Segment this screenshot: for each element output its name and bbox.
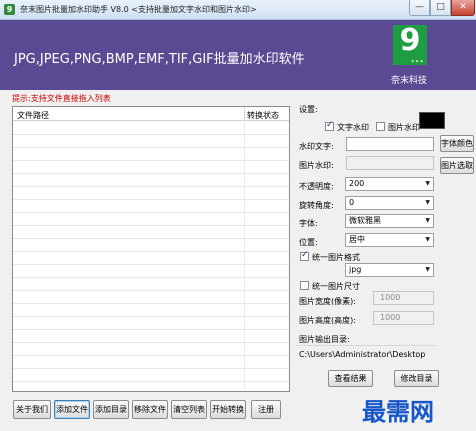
unify-size-checkbox[interactable] <box>300 281 309 290</box>
chevron-down-icon: ▼ <box>425 217 430 224</box>
rotation-value: 0 <box>349 198 355 207</box>
opacity-label: 不透明度: <box>299 182 334 191</box>
chevron-down-icon: ▼ <box>425 199 430 206</box>
position-value: 居中 <box>349 235 365 244</box>
company-logo: 9 ... <box>393 23 427 65</box>
add-file-button[interactable]: 添加文件 <box>54 400 90 419</box>
minimize-button[interactable]: — <box>409 0 430 16</box>
file-list-header: 文件路径 转换状态 <box>13 107 289 121</box>
position-label: 位置: <box>299 238 318 247</box>
clear-list-button[interactable]: 清空列表 <box>171 400 207 419</box>
divider <box>297 345 437 346</box>
file-list[interactable]: 文件路径 转换状态 <box>12 106 290 392</box>
file-list-body[interactable] <box>13 122 289 390</box>
window-title: 奈末图片批量加水印助手 V8.0 <支持批量加文字水印和图片水印> <box>20 5 257 14</box>
unify-format-checkbox[interactable] <box>300 250 309 261</box>
format-select[interactable]: jpg ▼ <box>345 263 434 277</box>
add-directory-button[interactable]: 添加目录 <box>93 400 129 419</box>
output-dir-label: 图片输出目录: <box>299 335 350 344</box>
unify-format-label[interactable]: 统一图片格式 <box>312 252 360 263</box>
position-select[interactable]: 居中 ▼ <box>345 233 434 247</box>
chevron-down-icon: ▼ <box>425 266 430 273</box>
font-value: 微软雅黑 <box>349 216 381 225</box>
modify-dir-button[interactable]: 修改目录 <box>394 370 439 387</box>
maximize-button[interactable]: □ <box>430 0 451 16</box>
opacity-select[interactable]: 200 ▼ <box>345 177 434 191</box>
column-status[interactable]: 转换状态 <box>247 110 279 121</box>
width-input[interactable]: 1000 <box>373 291 434 305</box>
unify-size-label[interactable]: 统一图片尺寸 <box>312 281 360 292</box>
register-button[interactable]: 注册 <box>251 400 281 419</box>
logo-dots: ... <box>411 55 425 65</box>
image-watermark-checkbox[interactable] <box>376 122 385 131</box>
chevron-down-icon: ▼ <box>425 180 430 187</box>
logo-glyph: 9 <box>399 23 421 58</box>
font-label: 字体: <box>299 219 318 228</box>
remove-file-button[interactable]: 移除文件 <box>132 400 168 419</box>
watermark-text-input[interactable] <box>346 137 434 151</box>
image-watermark-field-label: 图片水印: <box>299 161 334 170</box>
image-watermark-label[interactable]: 图片水印 <box>388 122 420 133</box>
format-value: jpg <box>349 265 362 274</box>
column-divider[interactable] <box>244 107 245 121</box>
rotation-select[interactable]: 0 ▼ <box>345 196 434 210</box>
opacity-value: 200 <box>349 179 365 188</box>
about-button[interactable]: 关于我们 <box>13 400 51 419</box>
settings-label: 设置: <box>299 105 318 114</box>
pick-image-button[interactable]: 图片选取 <box>440 157 474 174</box>
company-name: 奈末科技 <box>391 76 428 86</box>
banner-title: JPG,JPEG,PNG,BMP,EMF,TIF,GIF批量加水印软件 <box>14 52 305 67</box>
font-color-button[interactable]: 字体颜色 <box>440 135 474 152</box>
output-dir-path: C:\Users\Administrator\Desktop <box>299 350 426 359</box>
site-watermark: 最需网 <box>362 397 434 426</box>
watermark-text-label: 水印文字: <box>299 142 334 151</box>
start-convert-button[interactable]: 开始转换 <box>210 400 246 419</box>
image-watermark-path-input[interactable] <box>346 156 434 170</box>
height-label: 图片高度(高度): <box>299 316 356 325</box>
chevron-down-icon: ▼ <box>425 236 430 243</box>
close-button[interactable]: ✕ <box>451 0 475 16</box>
rotation-label: 旋转角度: <box>299 201 334 210</box>
app-icon: 9 <box>4 4 15 15</box>
height-input[interactable]: 1000 <box>373 311 434 325</box>
drag-hint: 提示:支持文件直接拖入列表 <box>12 94 111 103</box>
text-watermark-checkbox[interactable] <box>325 120 334 131</box>
text-watermark-label[interactable]: 文字水印 <box>337 122 369 133</box>
column-gridline <box>244 122 245 390</box>
view-result-button[interactable]: 查看结果 <box>328 370 373 387</box>
app-window: 9 奈末图片批量加水印助手 V8.0 <支持批量加文字水印和图片水印> — □ … <box>0 0 476 431</box>
column-file-path[interactable]: 文件路径 <box>17 110 49 121</box>
title-bar: 9 奈末图片批量加水印助手 V8.0 <支持批量加文字水印和图片水印> — □ … <box>0 0 476 20</box>
font-select[interactable]: 微软雅黑 ▼ <box>345 214 434 228</box>
width-label: 图片宽度(像素): <box>299 297 356 306</box>
font-color-swatch[interactable] <box>419 112 445 129</box>
